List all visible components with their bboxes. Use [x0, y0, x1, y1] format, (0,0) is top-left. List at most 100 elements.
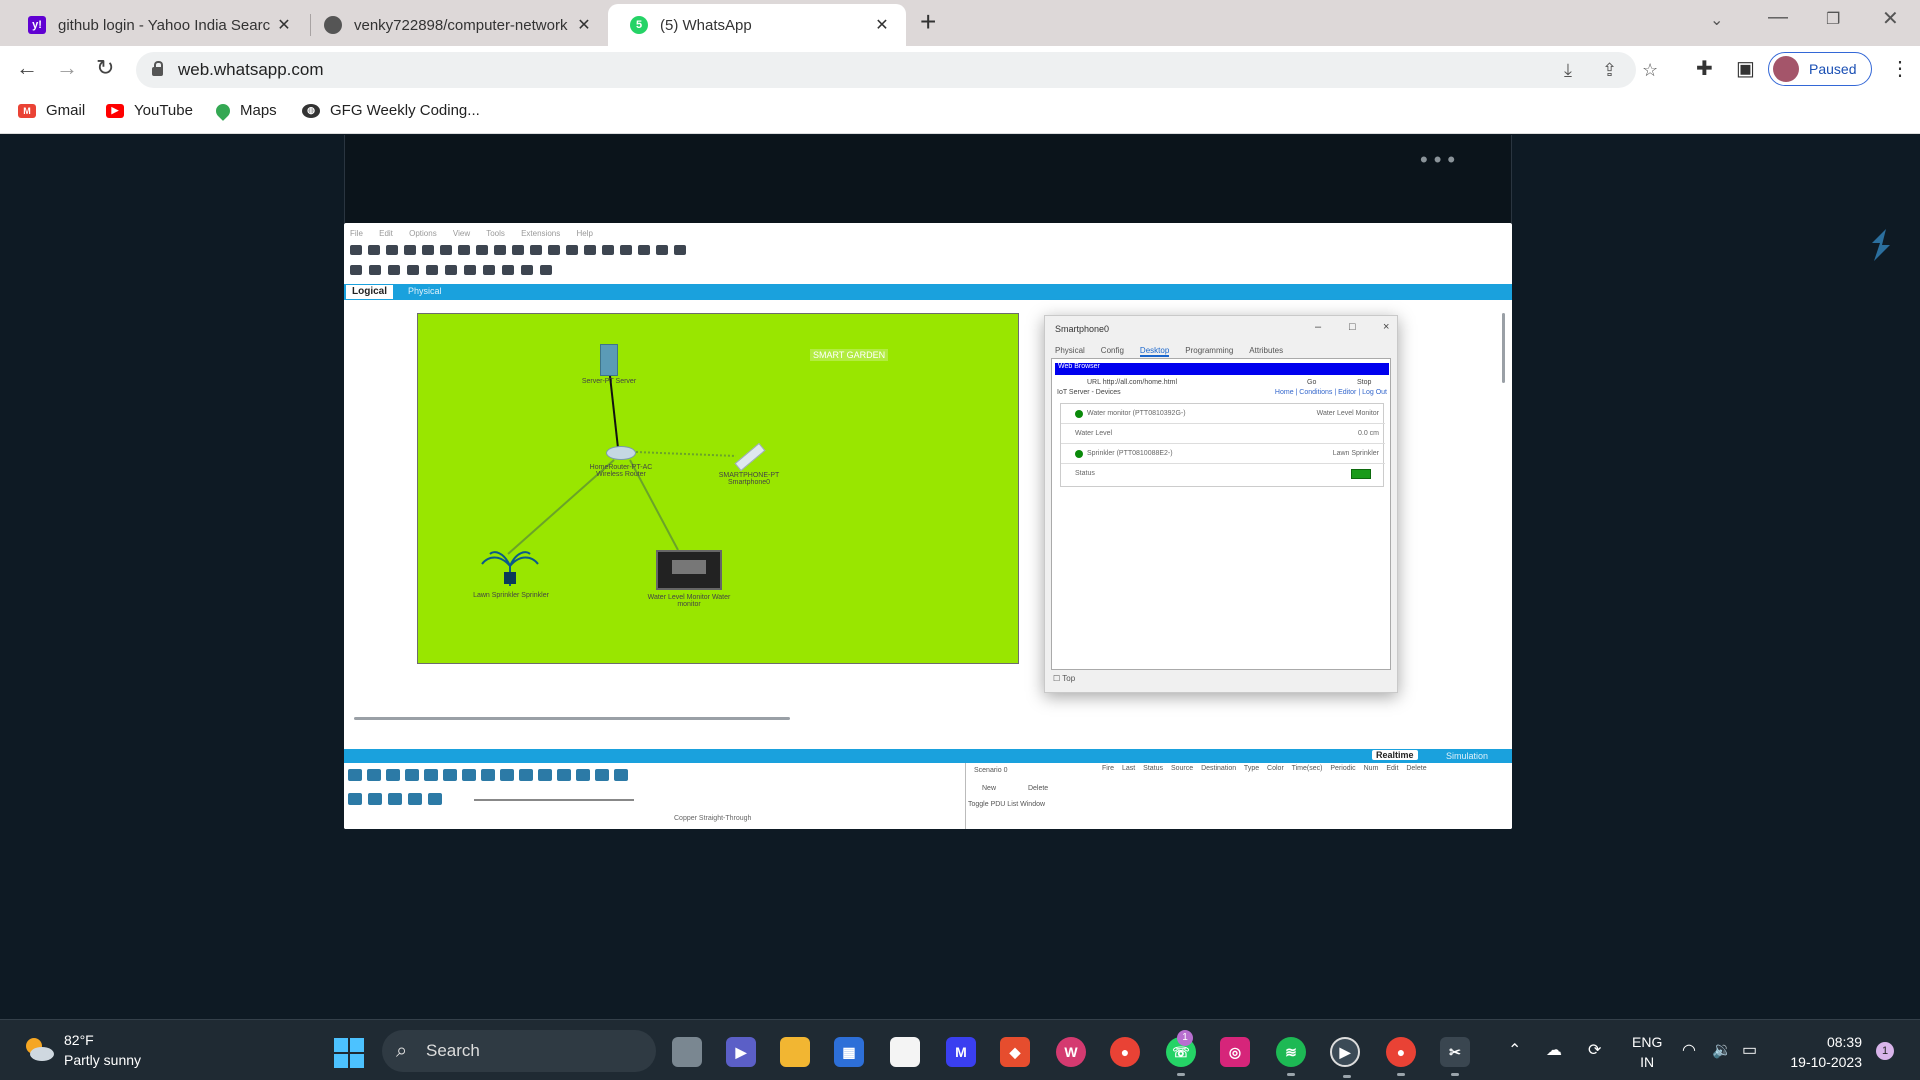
- git-icon[interactable]: ◆: [1000, 1037, 1030, 1067]
- address-bar[interactable]: web.whatsapp.com ⤓ ⇪ ☆: [136, 52, 1658, 88]
- bookmark-gmail[interactable]: M Gmail: [18, 102, 85, 119]
- menu-icon[interactable]: ⋮: [1890, 56, 1910, 81]
- weather-text[interactable]: Partly sunny: [64, 1052, 141, 1068]
- sprinkler-device: [481, 551, 539, 586]
- language-indicator[interactable]: ENG IN: [1632, 1032, 1662, 1072]
- volume-icon[interactable]: 🔉: [1712, 1040, 1732, 1060]
- close-icon[interactable]: ✕: [872, 15, 892, 35]
- water-monitor-device: [656, 550, 722, 590]
- onedrive-icon[interactable]: ☁: [1546, 1040, 1562, 1060]
- chrome-profile-icon[interactable]: ●: [1386, 1037, 1416, 1076]
- pt-bottom-panel: Copper Straight-Through Scenario 0 New D…: [344, 763, 1512, 829]
- smartphone-label: SMARTPHONE-PT Smartphone0: [718, 472, 780, 486]
- chrome-icon[interactable]: ●: [1110, 1037, 1140, 1067]
- tab-search-icon[interactable]: ⌄: [1710, 10, 1723, 30]
- sync-icon[interactable]: ⟳: [1588, 1040, 1601, 1060]
- tab-badge: 5: [635, 19, 643, 31]
- dialog-title: Smartphone0: [1055, 324, 1110, 334]
- instagram-icon[interactable]: ◎: [1220, 1037, 1250, 1067]
- tab-whatsapp[interactable]: 5 (5) WhatsApp ✕: [608, 4, 906, 46]
- pt-status-bar: [344, 749, 1512, 763]
- globe-icon: ◍: [302, 103, 320, 118]
- more-options-icon[interactable]: •••: [1420, 147, 1461, 173]
- date: 19-10-2023: [1790, 1054, 1862, 1070]
- bookmark-star-icon[interactable]: ☆: [1642, 60, 1658, 81]
- minimize-icon[interactable]: —: [1768, 6, 1788, 29]
- top-checkbox: ☐ Top: [1053, 674, 1076, 683]
- spotify-icon[interactable]: ≋: [1276, 1037, 1306, 1076]
- device-type-palette: [348, 769, 628, 781]
- reload-icon[interactable]: ↻: [96, 55, 114, 81]
- pt-workspace-bar: [344, 284, 1512, 300]
- teams-icon[interactable]: ▶: [726, 1037, 756, 1067]
- wps-icon[interactable]: W: [1056, 1037, 1086, 1067]
- bookmark-label: GFG Weekly Coding...: [330, 102, 480, 119]
- bookmark-youtube[interactable]: ▶ YouTube: [106, 102, 193, 119]
- web-browser-title: Web Browser: [1055, 363, 1389, 375]
- bookmark-maps[interactable]: Maps: [213, 100, 277, 121]
- github-icon: [324, 16, 342, 34]
- row-left: Water monitor (PTT0810392G-): [1087, 410, 1186, 417]
- media-player-icon[interactable]: ▶: [1330, 1037, 1360, 1078]
- tab-title: venky722898/computer-network: [354, 16, 568, 34]
- extensions-icon[interactable]: ✚: [1696, 56, 1713, 81]
- close-icon[interactable]: ✕: [574, 15, 594, 35]
- file-explorer-icon[interactable]: [780, 1037, 810, 1067]
- battery-icon[interactable]: ▭: [1742, 1040, 1757, 1060]
- partly-sunny-icon[interactable]: [22, 1034, 56, 1064]
- taskbar-search[interactable]: ⌕ Search: [382, 1030, 656, 1072]
- water-monitor-label: Water Level Monitor Water monitor: [647, 594, 731, 608]
- url-row: URL http://all.com/home.html Go Stop: [1057, 379, 1387, 386]
- clock[interactable]: 08:39 19-10-2023: [1780, 1032, 1862, 1072]
- share-icon[interactable]: ⇪: [1602, 60, 1617, 81]
- show-hidden-icons[interactable]: ⌃: [1508, 1040, 1521, 1060]
- tab-yahoo[interactable]: y! github login - Yahoo India Searc ✕: [6, 4, 308, 46]
- visual-studio-icon[interactable]: M: [946, 1037, 976, 1067]
- bookmark-label: Gmail: [46, 102, 86, 119]
- dialog-tab: Config: [1100, 346, 1124, 355]
- side-panel-icon[interactable]: ▣: [1736, 56, 1755, 81]
- realtime-tab: Realtime: [1372, 750, 1418, 760]
- store-icon[interactable]: ▦: [834, 1037, 864, 1067]
- row-left: Sprinkler (PTT0810088E2-): [1087, 450, 1173, 457]
- restore-icon[interactable]: ❐: [1826, 9, 1840, 29]
- row-left: Status: [1075, 470, 1095, 477]
- server-line: IoT Server - Devices: [1057, 389, 1121, 396]
- profile-button[interactable]: Paused: [1768, 52, 1872, 86]
- install-icon[interactable]: ⤓: [1564, 60, 1572, 81]
- task-view-icon[interactable]: [672, 1037, 702, 1067]
- back-icon[interactable]: ←: [16, 55, 38, 81]
- time: 08:39: [1826, 1034, 1862, 1050]
- server-device: [600, 344, 618, 376]
- temperature[interactable]: 82°F: [64, 1032, 94, 1048]
- start-button[interactable]: [334, 1038, 364, 1068]
- tab-github[interactable]: venky722898/computer-network ✕: [302, 4, 608, 46]
- new-tab-button[interactable]: +: [920, 6, 936, 38]
- media-image[interactable]: File Edit Options View Tools Extensions …: [344, 223, 1512, 829]
- profile-status: Paused: [1809, 61, 1857, 77]
- notification-badge[interactable]: 1: [1876, 1042, 1894, 1060]
- scenario-buttons: New Delete: [968, 785, 1048, 792]
- close-icon[interactable]: ✕: [274, 15, 294, 35]
- server-label: Server-PT Server: [581, 378, 637, 385]
- new-button: New: [982, 785, 997, 792]
- pt-toolbar-secondary: [350, 265, 552, 275]
- pt-hscrollbar: [354, 717, 790, 720]
- cable-label: Copper Straight-Through: [674, 815, 752, 822]
- dialog-tab-active: Desktop: [1139, 346, 1170, 357]
- top-checkbox-label: Top: [1062, 674, 1076, 683]
- dialog-tab: Physical: [1055, 346, 1085, 355]
- forward-icon[interactable]: →: [56, 55, 78, 81]
- iot-row: Water Level 0.0 cm: [1061, 424, 1385, 444]
- row-right: Lawn Sprinkler: [1332, 450, 1379, 457]
- server-links: Home | Conditions | Editor | Log Out: [1274, 389, 1387, 396]
- snipping-tool-icon[interactable]: ✂: [1440, 1037, 1470, 1076]
- bookmark-gfg[interactable]: ◍ GFG Weekly Coding...: [302, 102, 480, 119]
- notepad-icon[interactable]: [890, 1037, 920, 1067]
- tab-title: (5) WhatsApp: [660, 16, 752, 34]
- wifi-icon[interactable]: ◠: [1682, 1040, 1696, 1060]
- stop-button: Stop: [1357, 379, 1372, 386]
- window-close-icon[interactable]: ✕: [1882, 6, 1899, 31]
- search-label: Search: [426, 1041, 480, 1060]
- pt-divider: [474, 799, 634, 801]
